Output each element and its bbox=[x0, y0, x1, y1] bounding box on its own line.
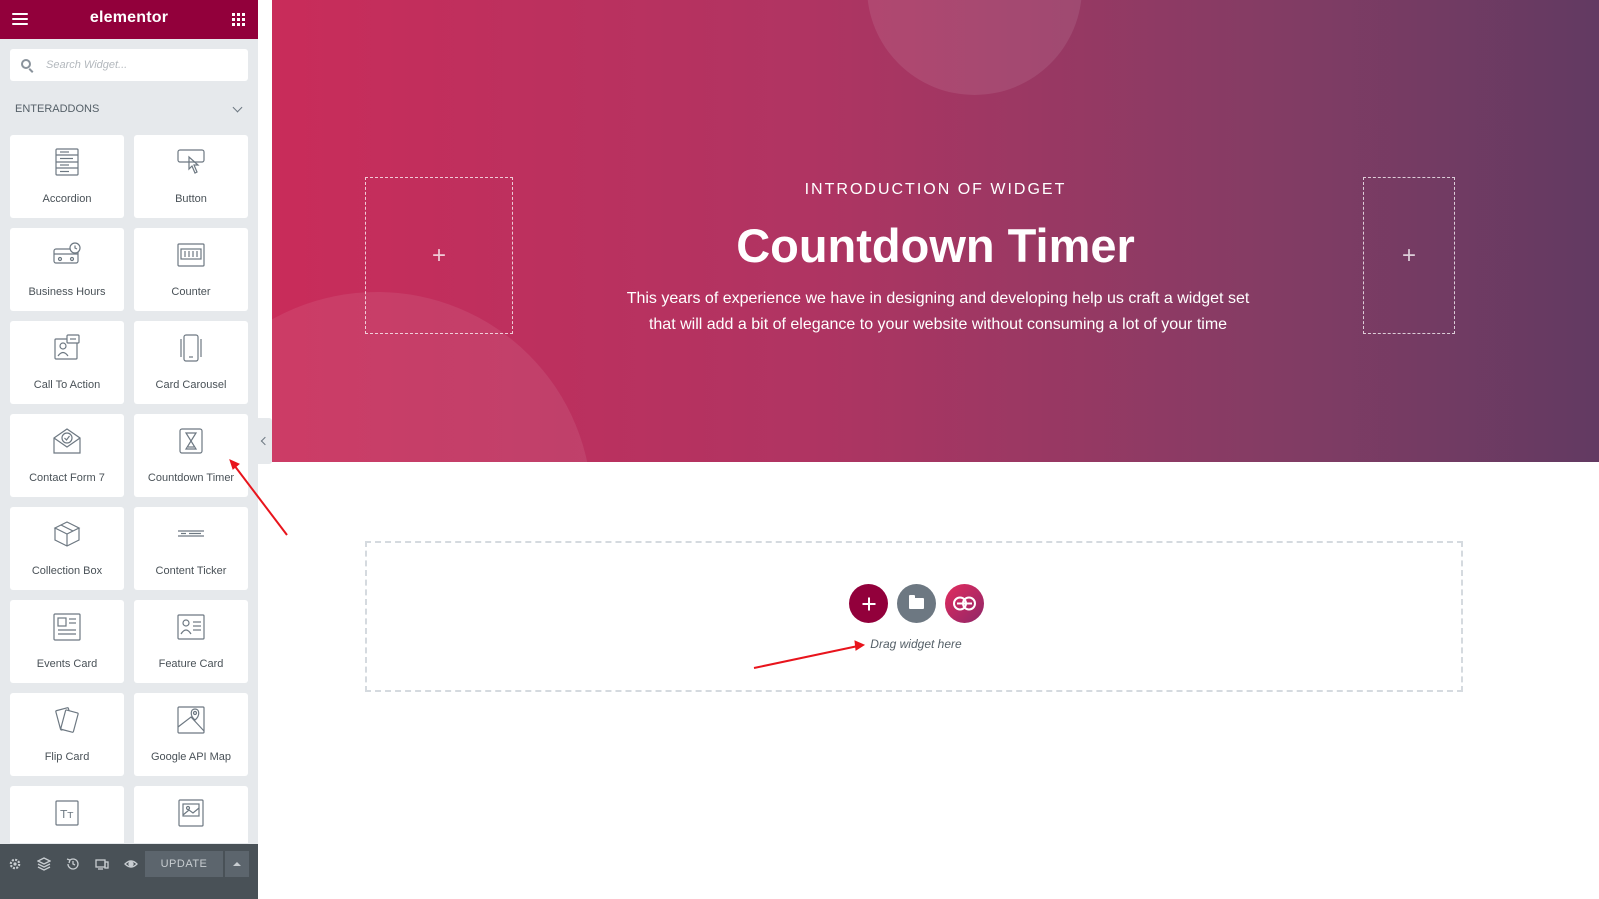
collapse-panel-button[interactable] bbox=[258, 418, 272, 464]
countdown-timer-icon bbox=[179, 428, 203, 454]
widget-contact-form-7[interactable]: Contact Form 7 bbox=[10, 414, 124, 497]
add-new-section-button[interactable] bbox=[849, 584, 888, 623]
widget-counter[interactable]: Counter bbox=[134, 228, 248, 311]
collection-box-icon bbox=[53, 521, 81, 547]
hero-description[interactable]: This years of experience we have in desi… bbox=[612, 286, 1264, 338]
elementor-logo: elementor bbox=[89, 9, 169, 26]
widget-label: Counter bbox=[171, 286, 211, 298]
content-ticker-icon bbox=[178, 530, 204, 537]
google-map-icon bbox=[177, 706, 205, 734]
responsive-icon[interactable] bbox=[95, 857, 109, 871]
widget-flip-card[interactable]: Flip Card bbox=[10, 693, 124, 776]
chevron-down-icon bbox=[232, 102, 243, 113]
widget-label: Card Carousel bbox=[155, 379, 227, 391]
widget-collection-box[interactable]: Collection Box bbox=[10, 507, 124, 590]
business-hours-icon bbox=[53, 242, 81, 264]
contact-form-icon bbox=[53, 428, 81, 454]
widget-label: Events Card bbox=[36, 658, 98, 670]
call-to-action-icon bbox=[54, 334, 80, 360]
enteraddons-templates-button[interactable] bbox=[945, 584, 984, 623]
widget-google-api-map[interactable]: Google API Map bbox=[134, 693, 248, 776]
widget-text[interactable]: Tт bbox=[10, 786, 124, 843]
update-button[interactable]: UPDATE bbox=[145, 851, 223, 877]
widget-label: Countdown Timer bbox=[147, 472, 235, 484]
widget-label: Collection Box bbox=[31, 565, 103, 577]
card-carousel-icon bbox=[180, 334, 202, 362]
panel-header: elementor bbox=[0, 0, 258, 39]
widget-button[interactable]: Button bbox=[134, 135, 248, 218]
search-icon bbox=[21, 59, 31, 69]
button-icon bbox=[177, 149, 205, 174]
navigator-icon[interactable] bbox=[37, 857, 51, 871]
feature-card-icon bbox=[177, 614, 205, 640]
accordion-icon bbox=[55, 148, 79, 176]
elementor-panel: elementor ENTERADDONS Accordion Button bbox=[0, 0, 258, 899]
add-template-button[interactable] bbox=[897, 584, 936, 623]
panel-footer: UPDATE bbox=[0, 844, 258, 899]
widget-label: Call To Action bbox=[33, 379, 101, 391]
widget-label: Feature Card bbox=[158, 658, 224, 670]
events-card-icon bbox=[53, 613, 81, 641]
svg-text:Tт: Tт bbox=[59, 808, 74, 821]
widget-label: Google API Map bbox=[150, 751, 232, 763]
hero-title[interactable]: Countdown Timer bbox=[272, 218, 1599, 273]
settings-icon[interactable] bbox=[8, 857, 22, 871]
counter-icon bbox=[177, 243, 205, 267]
folder-icon bbox=[909, 595, 924, 609]
history-icon[interactable] bbox=[66, 857, 80, 871]
search-box bbox=[10, 49, 248, 81]
decorative-circle bbox=[867, 0, 1082, 95]
hero-section[interactable]: + + INTRODUCTION OF WIDGET Countdown Tim… bbox=[272, 0, 1599, 462]
preview-icon[interactable] bbox=[124, 857, 138, 871]
widgets-grid: Accordion Button Business Hours Counter bbox=[10, 135, 248, 843]
hero-subtitle[interactable]: INTRODUCTION OF WIDGET bbox=[272, 181, 1599, 199]
widget-label: Business Hours bbox=[28, 286, 106, 298]
widget-events-card[interactable]: Events Card bbox=[10, 600, 124, 683]
drag-widget-hint: Drag widget here bbox=[870, 637, 962, 651]
category-header-enteraddons[interactable]: ENTERADDONS bbox=[15, 102, 245, 117]
widget-card-carousel[interactable]: Card Carousel bbox=[134, 321, 248, 404]
category-title: ENTERADDONS bbox=[15, 103, 100, 115]
widget-business-hours[interactable]: Business Hours bbox=[10, 228, 124, 311]
widget-countdown-timer[interactable]: Countdown Timer bbox=[134, 414, 248, 497]
search-widget-input[interactable] bbox=[46, 57, 241, 73]
widget-content-ticker[interactable]: Content Ticker bbox=[134, 507, 248, 590]
flip-card-icon bbox=[55, 707, 79, 733]
widget-feature-card[interactable]: Feature Card bbox=[134, 600, 248, 683]
drop-zone[interactable]: Drag widget here bbox=[365, 541, 1463, 692]
widget-label: Accordion bbox=[42, 193, 92, 205]
widget-accordion[interactable]: Accordion bbox=[10, 135, 124, 218]
widget-image[interactable] bbox=[134, 786, 248, 843]
widget-label: Button bbox=[175, 193, 207, 205]
enteraddons-logo-icon bbox=[953, 596, 976, 611]
widgets-grid-icon[interactable] bbox=[232, 13, 245, 26]
widget-call-to-action[interactable]: Call To Action bbox=[10, 321, 124, 404]
widget-label: Contact Form 7 bbox=[29, 472, 105, 484]
image-icon bbox=[178, 799, 204, 827]
widget-label: Flip Card bbox=[44, 751, 90, 763]
update-options-button[interactable] bbox=[225, 851, 249, 877]
widget-label: Content Ticker bbox=[155, 565, 227, 577]
text-icon: Tт bbox=[55, 800, 79, 826]
